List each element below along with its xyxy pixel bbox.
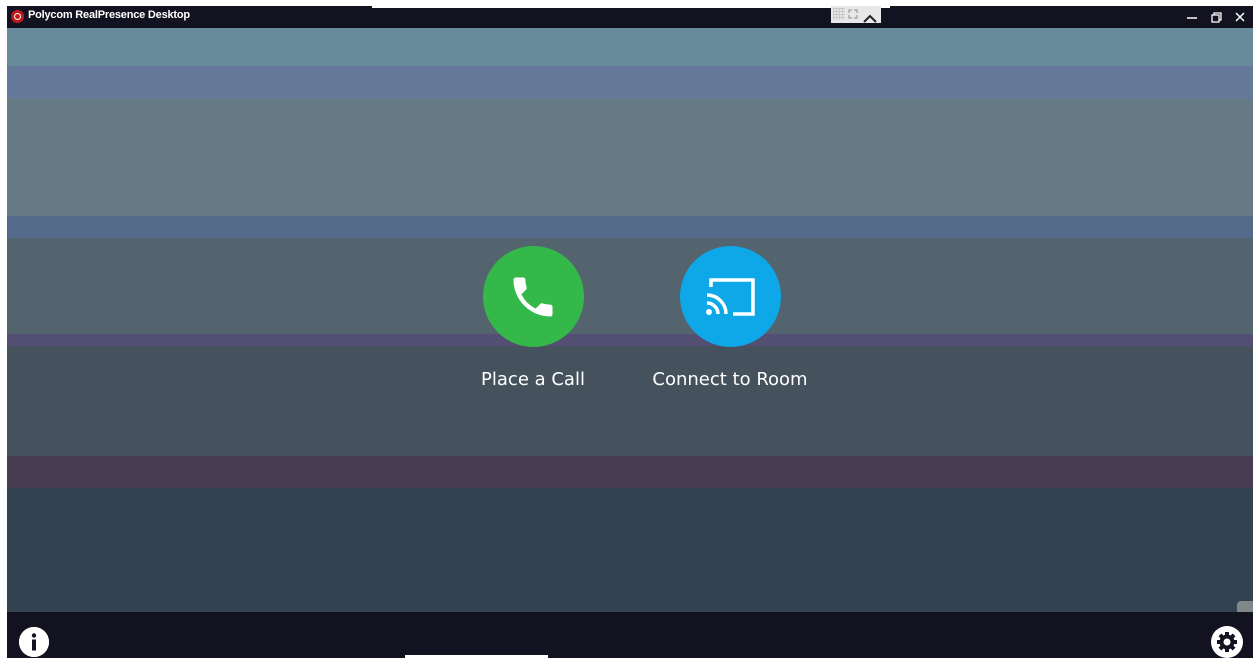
grid-icon[interactable] <box>833 8 845 20</box>
phone-icon <box>513 277 553 316</box>
connect-room-label[interactable]: Connect to Room <box>652 369 807 390</box>
restore-icon <box>1210 11 1222 23</box>
window-title: Polycom RealPresence Desktop <box>28 9 190 21</box>
title-bar: Polycom RealPresence Desktop <box>7 6 1253 28</box>
minimize-icon <box>1187 17 1197 19</box>
bottom-bar <box>7 612 1253 658</box>
video-preview-area: Place a Call Connect to Room <box>7 28 1253 641</box>
restore-button[interactable] <box>1203 6 1229 28</box>
cast-icon <box>706 277 755 316</box>
top-divider <box>372 6 890 8</box>
minimize-button[interactable] <box>1179 6 1205 28</box>
close-button[interactable] <box>1227 6 1253 28</box>
place-call-action: Place a Call <box>457 246 609 390</box>
connect-room-button[interactable] <box>679 246 781 347</box>
chevron-up-icon[interactable] <box>863 9 877 28</box>
connect-room-action: Connect to Room <box>645 246 815 390</box>
place-call-label[interactable]: Place a Call <box>481 369 585 390</box>
top-toolbar <box>831 6 881 23</box>
expand-icon[interactable] <box>848 9 858 19</box>
info-button[interactable] <box>19 627 49 657</box>
app-window: Polycom RealPresence Desktop Place a Cal… <box>7 6 1253 658</box>
polycom-logo-icon <box>11 10 24 23</box>
gear-icon <box>1211 626 1243 658</box>
settings-button[interactable] <box>1210 625 1244 658</box>
info-icon <box>19 627 49 657</box>
place-call-button[interactable] <box>482 246 584 347</box>
close-icon <box>1235 12 1245 22</box>
